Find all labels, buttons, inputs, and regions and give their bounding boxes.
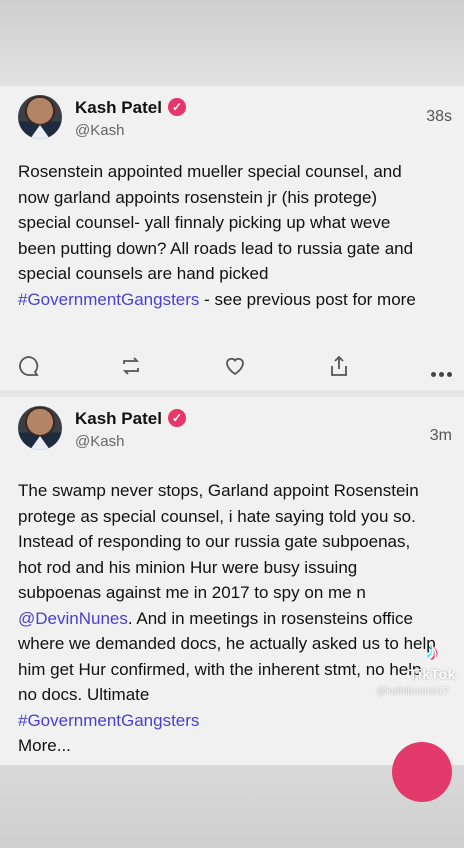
author-handle[interactable]: @Kash [75, 433, 124, 450]
post-text: The swamp never stops, Garland appoint R… [18, 478, 438, 759]
verified-badge-icon: ✓ [168, 98, 186, 116]
post-card[interactable]: Kash Patel ✓ @Kash 3m The swamp never st… [0, 397, 464, 765]
top-bar [0, 0, 464, 86]
post-text-body: Rosenstein appointed mueller special cou… [18, 162, 414, 283]
repost-icon[interactable] [119, 354, 143, 378]
post-time: 38s [426, 108, 452, 125]
author-name[interactable]: Kash Patel [75, 409, 162, 429]
post-card[interactable]: Kash Patel ✓ @Kash 38s Rosenstein appoin… [0, 86, 464, 390]
tiktok-watermark: ♪ TikTok @kathibonnie17 [376, 638, 460, 698]
tiktok-user: @kathibonnie17 [376, 686, 449, 697]
hashtag-link[interactable]: #GovernmentGangsters [18, 290, 199, 309]
share-icon[interactable] [327, 354, 351, 378]
post-text-tail: - see previous post for more [199, 289, 416, 309]
reply-icon[interactable] [17, 354, 41, 378]
heart-icon[interactable] [223, 354, 247, 378]
action-bar [0, 352, 464, 382]
author-handle[interactable]: @Kash [75, 122, 124, 139]
author-name[interactable]: Kash Patel [75, 98, 162, 118]
more-link[interactable]: More... [18, 736, 71, 755]
avatar[interactable] [18, 406, 62, 450]
hashtag-link[interactable]: #GovernmentGangsters [18, 711, 199, 730]
avatar[interactable] [18, 95, 62, 139]
tiktok-logo-icon: ♪ [426, 638, 439, 665]
mention-link[interactable]: @DevinNunes [18, 609, 128, 628]
post-time: 3m [429, 427, 452, 444]
tiktok-brand: TikTok [409, 666, 456, 682]
post-text: Rosenstein appointed mueller special cou… [18, 159, 418, 312]
verified-badge-icon: ✓ [168, 409, 186, 427]
more-dots-icon[interactable] [428, 364, 452, 382]
post-text-body: The swamp never stops, Garland appoint R… [18, 481, 419, 602]
compose-button[interactable] [392, 742, 452, 802]
